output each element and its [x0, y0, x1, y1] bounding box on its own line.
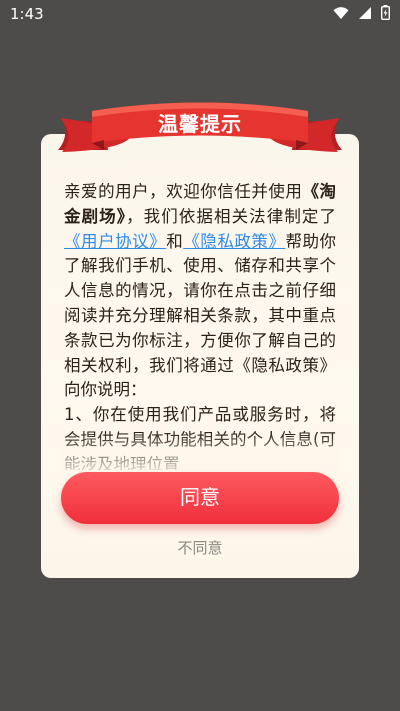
body-and: 和	[166, 231, 184, 251]
status-icons	[333, 5, 390, 20]
status-time: 1:43	[10, 5, 44, 23]
text-fade	[60, 432, 340, 472]
disagree-button[interactable]: 不同意	[150, 536, 250, 560]
user-agreement-link[interactable]: 《用户协议》	[64, 232, 166, 251]
dialog-body-text: 亲爱的用户，欢迎你信任并使用《淘金剧场》，我们依据相关法律制定了《用户协议》和《…	[64, 180, 336, 470]
dialog-title: 温馨提示	[158, 112, 242, 136]
body-details: 帮助你了解我们手机、使用、储存和共享个人信息的情况，请你在点击之前仔细阅读并充分…	[64, 231, 336, 400]
battery-icon	[381, 5, 390, 20]
signal-icon	[359, 6, 371, 19]
body-intro: 亲爱的用户，欢迎你信任并使用	[64, 182, 303, 201]
privacy-policy-link[interactable]: 《隐私政策》	[183, 232, 285, 251]
status-bar: 1:43	[0, 0, 400, 28]
agree-button[interactable]: 同意	[61, 472, 339, 524]
body-law: ，我们依据相关法律制定了	[126, 206, 336, 226]
wifi-icon	[333, 6, 349, 19]
